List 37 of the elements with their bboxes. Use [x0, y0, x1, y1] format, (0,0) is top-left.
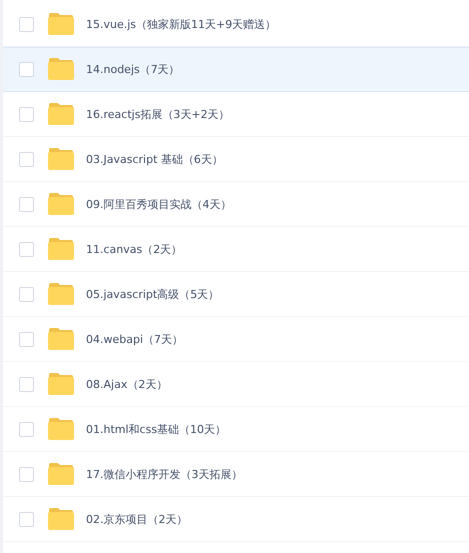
folder-name: 15.vue.js（独家新版11天+9天赠送） [86, 16, 276, 32]
folder-name: 14.nodejs（7天） [86, 62, 180, 76]
folder-name: 03.Javascript 基础（6天） [86, 152, 223, 166]
file-row[interactable]: 14.nodejs（7天） [3, 47, 469, 92]
folder-icon [48, 238, 74, 260]
folder-icon [48, 193, 74, 215]
folder-icon [48, 328, 74, 350]
folder-name: 09.阿里百秀项目实战（4天） [86, 196, 232, 212]
checkbox[interactable] [19, 332, 34, 346]
folder-icon [48, 283, 74, 305]
checkbox[interactable] [19, 106, 34, 122]
folder-name: 02.京东项目（2天） [86, 512, 188, 526]
folder-icon [48, 58, 74, 80]
folder-icon [48, 418, 74, 440]
folder-icon [48, 373, 74, 395]
folder-name: 08.Ajax（2天） [86, 376, 168, 392]
checkbox[interactable] [19, 286, 34, 302]
checkbox[interactable] [19, 196, 34, 212]
folder-name: 05.javascript高级（5天） [86, 286, 220, 302]
folder-icon [48, 148, 74, 170]
folder-name: 04.webapi（7天） [86, 332, 184, 346]
checkbox[interactable] [19, 466, 34, 482]
folder-icon [48, 508, 74, 530]
folder-name: 11.canvas（2天） [86, 242, 182, 256]
checkbox[interactable] [19, 62, 34, 76]
checkbox[interactable] [19, 512, 34, 526]
folder-name: 01.html和css基础（10天） [86, 422, 226, 436]
checkbox[interactable] [19, 422, 34, 436]
folder-icon [48, 13, 74, 35]
checkbox[interactable] [19, 242, 34, 256]
checkbox[interactable] [19, 376, 34, 392]
folder-icon [48, 463, 74, 485]
checkbox[interactable] [19, 152, 34, 166]
folder-icon [48, 103, 74, 125]
checkbox[interactable] [19, 16, 34, 32]
folder-name: 16.reactjs拓展（3天+2天） [86, 106, 230, 122]
folder-name: 17.微信小程序开发（3天拓展） [86, 466, 242, 482]
